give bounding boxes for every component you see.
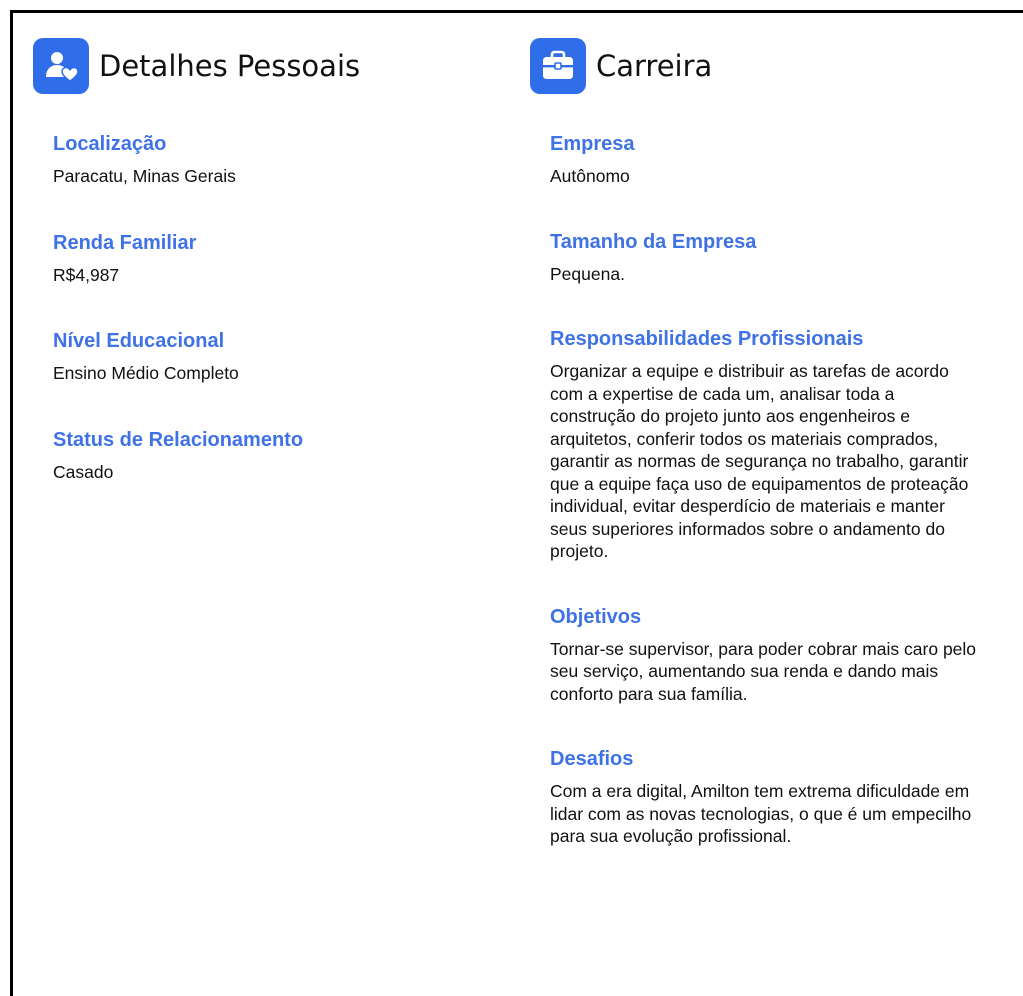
personal-details-section: Detalhes Pessoais Localização Paracatu, …	[33, 38, 503, 526]
persona-card: Detalhes Pessoais Localização Paracatu, …	[10, 10, 1023, 996]
personal-details-header: Detalhes Pessoais	[33, 38, 503, 94]
field-label: Status de Relacionamento	[53, 428, 304, 451]
career-title: Carreira	[596, 49, 713, 83]
field-objetivos: Objetivos Tornar-se supervisor, para pod…	[530, 605, 976, 706]
career-header: Carreira	[530, 38, 970, 94]
field-value: Ensino Médio Completo	[53, 363, 239, 383]
field-label: Nível Educacional	[53, 330, 225, 352]
field-nivel-educacional: Nível Educacional Ensino Médio Completo	[33, 329, 503, 385]
field-label: Renda Familiar	[53, 231, 197, 254]
field-renda-familiar: Renda Familiar R$4,987	[33, 231, 503, 287]
user-heart-icon	[33, 38, 89, 94]
field-value: Tornar-se supervisor, para poder cobrar …	[550, 638, 977, 704]
career-section: Carreira Empresa Autônomo Tamanho da Emp…	[530, 38, 976, 890]
personal-details-title: Detalhes Pessoais	[99, 49, 361, 83]
field-value: Com a era digital, Amilton tem extrema d…	[550, 781, 972, 846]
field-value: Pequena.	[550, 263, 625, 284]
field-tamanho-empresa: Tamanho da Empresa Pequena.	[530, 230, 970, 286]
field-empresa: Empresa Autônomo	[530, 132, 970, 188]
field-value: Organizar a equipe e distribuir as taref…	[550, 361, 969, 561]
field-localizacao: Localização Paracatu, Minas Gerais	[33, 132, 503, 188]
field-label: Objetivos	[550, 605, 642, 628]
field-responsabilidades: Responsabilidades Profissionais Organiza…	[530, 327, 970, 563]
field-label: Tamanho da Empresa	[550, 230, 757, 253]
field-value: R$4,987	[53, 264, 120, 285]
field-label: Desafios	[550, 748, 634, 770]
field-value: Paracatu, Minas Gerais	[53, 166, 236, 186]
field-label: Responsabilidades Profissionais	[550, 328, 864, 350]
field-status-relacionamento: Status de Relacionamento Casado	[33, 428, 503, 484]
field-label: Localização	[53, 133, 167, 155]
field-label: Empresa	[550, 133, 635, 155]
field-value: Casado	[53, 461, 114, 482]
field-desafios: Desafios Com a era digital, Amilton tem …	[530, 747, 971, 848]
field-value: Autônomo	[550, 166, 630, 186]
briefcase-icon	[530, 38, 586, 94]
